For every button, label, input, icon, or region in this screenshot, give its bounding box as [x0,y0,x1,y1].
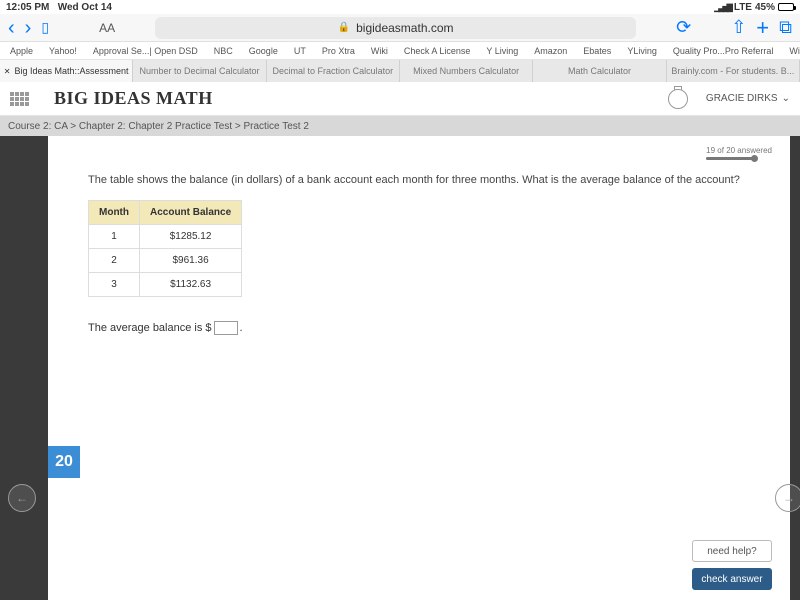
status-right: LTE 45% [714,2,794,13]
question-prompt: The table shows the balance (in dollars)… [88,174,750,186]
check-answer-button[interactable]: check answer [692,568,772,590]
back-button[interactable]: ‹ [8,18,15,38]
tab-assessment[interactable]: ✕Big Ideas Math::Assessment [0,60,133,82]
bookmark-item[interactable]: Apple [10,46,33,56]
device-status-bar: 12:05 PM Wed Oct 14 LTE 45% [0,0,800,14]
timer-icon[interactable] [668,89,688,109]
col-header: Account Balance [140,201,242,225]
battery-icon [778,3,794,11]
tab-label: Number to Decimal Calculator [139,66,259,76]
status-left: 12:05 PM Wed Oct 14 [6,2,112,13]
tab-label: Mixed Numbers Calculator [413,66,519,76]
tab-math-calc[interactable]: Math Calculator [533,60,666,82]
browser-tabs: ✕Big Ideas Math::Assessment Number to De… [0,60,800,82]
table-row: 2 $961.36 [89,249,242,273]
left-gutter [0,136,48,600]
bookmark-item[interactable]: Yahoo! [49,46,77,56]
forward-button[interactable]: › [25,18,32,38]
breadcrumb: Course 2: CA > Chapter 2: Chapter 2 Prac… [0,116,800,136]
bookmark-item[interactable]: YLiving [627,46,657,56]
answer-input[interactable] [214,321,238,335]
need-help-button[interactable]: need help? [692,540,772,562]
bookmark-item[interactable]: Ebates [583,46,611,56]
signal-icon [714,2,731,13]
url-text: bigideasmath.com [356,21,453,35]
bookmark-item[interactable]: Wiki [371,46,388,56]
next-question-button[interactable]: → [775,484,800,512]
browser-toolbar: ‹ › ▯ AA 🔒 bigideasmath.com ⟳ ⇧ + ⧉ [0,14,800,42]
close-icon[interactable]: ✕ [4,67,11,76]
tab-label: Brainly.com - For students. B... [671,66,794,76]
url-bar[interactable]: 🔒 bigideasmath.com [155,17,636,39]
bookmark-item[interactable]: Y Living [486,46,518,56]
text-size-button[interactable]: AA [99,21,115,35]
table-row: 1 $1285.12 [89,225,242,249]
chevron-down-icon: ⌄ [782,93,790,104]
tab-mixed[interactable]: Mixed Numbers Calculator [400,60,533,82]
sidebar-icon[interactable]: ▯ [41,19,49,36]
main-panel: 19 of 20 answered The table shows the ba… [48,136,790,600]
tab-label: Math Calculator [568,66,631,76]
bookmark-item[interactable]: Approval Se...| Open DSD [93,46,198,56]
tab-num-dec[interactable]: Number to Decimal Calculator [133,60,266,82]
bookmark-item[interactable]: NBC [214,46,233,56]
bookmark-item[interactable]: Amazon [534,46,567,56]
action-buttons: need help? check answer [692,540,772,590]
progress-text: 19 of 20 answered [706,146,772,155]
share-icon[interactable]: ⇧ [731,17,746,38]
table-row: 3 $1132.63 [89,273,242,297]
bookmarks-bar: Apple Yahoo! Approval Se...| Open DSD NB… [0,42,800,60]
user-menu[interactable]: GRACIE DIRKS ⌄ [706,93,790,104]
battery-pct: 45% [755,2,775,13]
app-header: BIG IDEAS MATH GRACIE DIRKS ⌄ [0,82,800,116]
bookmark-item[interactable]: Quality Pro...Pro Referral [673,46,774,56]
col-header: Month [89,201,140,225]
user-name: GRACIE DIRKS [706,93,778,104]
tab-label: Decimal to Fraction Calculator [273,66,394,76]
tab-label: Big Ideas Math::Assessment [14,66,128,76]
bookmark-item[interactable]: Check A License [404,46,471,56]
app-logo: BIG IDEAS MATH [54,88,213,109]
bookmark-item[interactable]: Google [249,46,278,56]
network-label: LTE [734,2,752,13]
progress-indicator: 19 of 20 answered [706,146,772,160]
tab-dec-frac[interactable]: Decimal to Fraction Calculator [267,60,400,82]
progress-bar[interactable] [706,157,756,160]
right-gutter [790,136,800,600]
bookmark-item[interactable]: Pro Xtra [322,46,355,56]
apps-grid-icon[interactable] [10,92,34,106]
status-time: 12:05 PM [6,2,49,13]
tabs-icon[interactable]: ⧉ [779,17,792,38]
reload-icon[interactable]: ⟳ [676,17,691,38]
answer-line: The average balance is $ . [88,321,750,335]
question-number-badge: 20 [48,446,80,478]
new-tab-icon[interactable]: + [756,15,769,41]
content-area: 19 of 20 answered The table shows the ba… [0,136,800,600]
prev-question-button[interactable]: ← [8,484,36,512]
status-date: Wed Oct 14 [58,2,112,13]
answer-suffix: . [240,322,243,334]
bookmark-item[interactable]: Windows Server [789,46,800,56]
data-table: Month Account Balance 1 $1285.12 2 $961.… [88,200,242,297]
answer-prefix: The average balance is $ [88,322,212,334]
tab-brainly[interactable]: Brainly.com - For students. B... [667,60,800,82]
bookmark-item[interactable]: UT [294,46,306,56]
lock-icon: 🔒 [338,22,350,33]
